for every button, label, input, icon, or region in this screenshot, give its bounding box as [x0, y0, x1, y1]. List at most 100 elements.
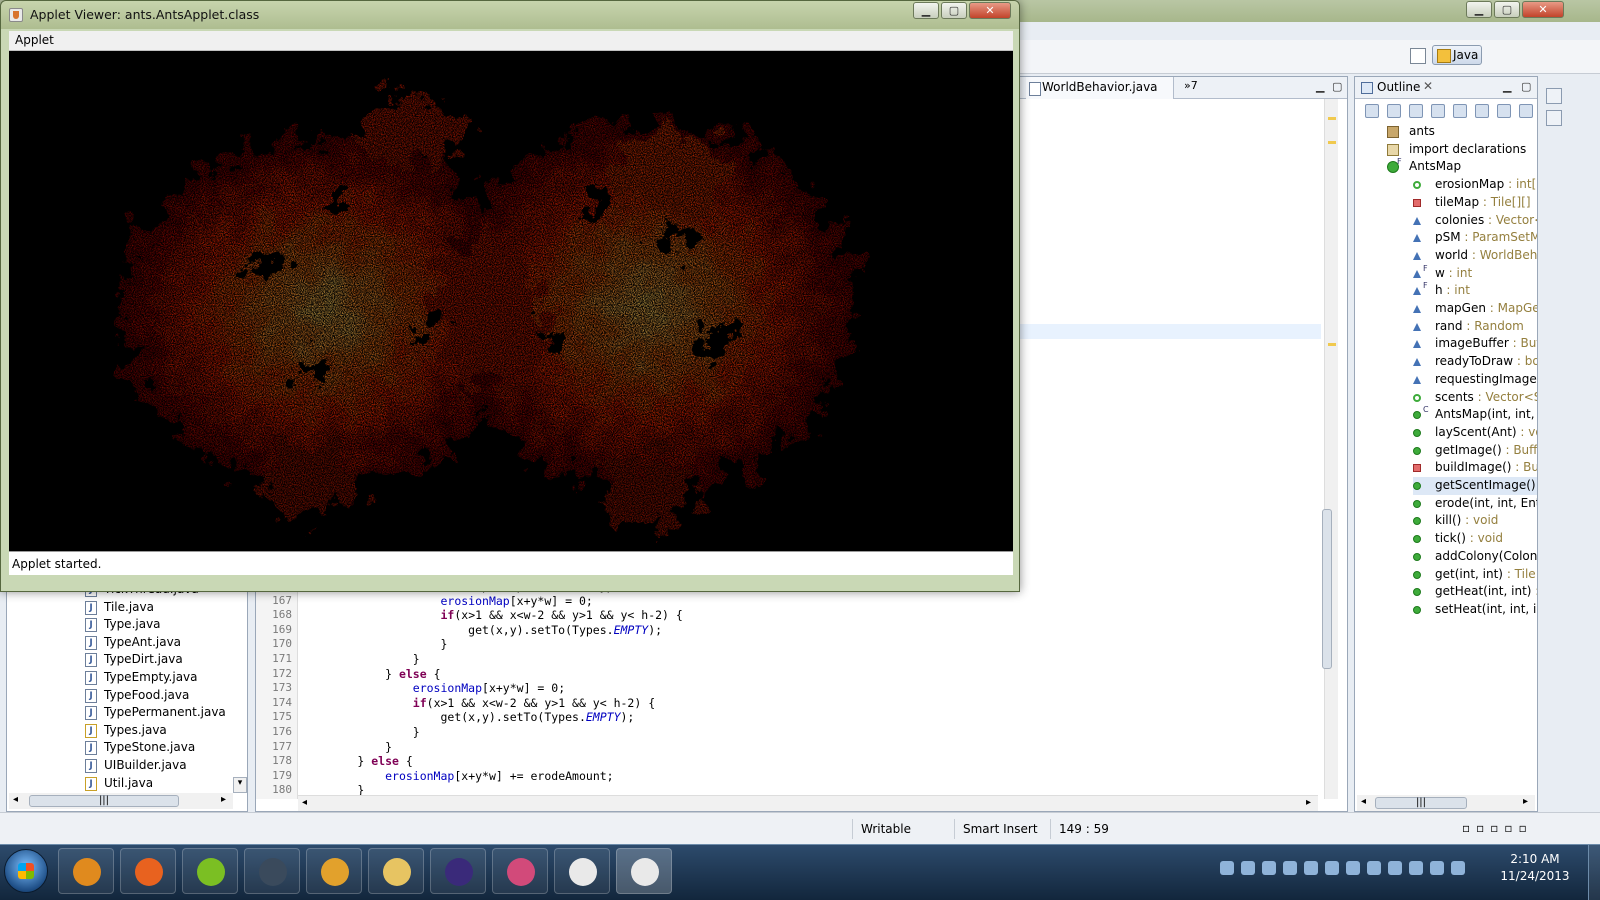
explorer-horizontal-scrollbar[interactable]: ◂ ||| ▸	[9, 793, 233, 809]
bluetooth-icon[interactable]	[1325, 861, 1339, 875]
taskbar-button-eclipse[interactable]	[430, 848, 486, 894]
code-line[interactable]: }	[302, 725, 731, 740]
explorer-file-item[interactable]: J Util.java	[85, 775, 153, 793]
explorer-file-item[interactable]: J TypeDirt.java	[85, 651, 183, 669]
outline-scroll-thumb[interactable]: |||	[1375, 797, 1467, 809]
outline-item[interactable]: import declarations	[1387, 141, 1526, 159]
applet-close-button[interactable]: ✕	[969, 2, 1011, 19]
scroll-left-arrow[interactable]: ◂	[1361, 796, 1366, 807]
ruler-marker[interactable]	[1328, 141, 1336, 144]
scroll-right-arrow[interactable]: ▸	[1306, 797, 1311, 808]
outline-item[interactable]: rand : Random	[1413, 318, 1524, 336]
code-text[interactable]: if(eroder.pickupItem(BlockType.ItemOnBre…	[302, 579, 731, 798]
explorer-file-item[interactable]: J TypeStone.java	[85, 739, 195, 757]
outline-item[interactable]: imageBuffer : Buffe	[1413, 335, 1537, 353]
show-desktop-button[interactable]	[1588, 845, 1600, 900]
explorer-file-item[interactable]: J Type.java	[85, 616, 161, 634]
outline-item[interactable]: C AntsMap(int, int, Pa	[1413, 405, 1537, 424]
code-line[interactable]: erosionMap[x+y*w] += erodeAmount;	[302, 769, 731, 784]
code-line[interactable]: erosionMap[x+y*w] = 0;	[302, 681, 731, 696]
outline-item[interactable]: erosionMap : int[]	[1413, 176, 1537, 194]
explorer-file-item[interactable]: J Tile.java	[85, 599, 154, 617]
applet-titlebar[interactable]: Applet Viewer: ants.AntsApplet.class ▁ ▢…	[1, 1, 1019, 29]
outline-maximize-button[interactable]: ▢	[1521, 80, 1531, 93]
eclipse-maximize-button[interactable]: ▢	[1494, 1, 1520, 18]
status-icon[interactable]: ▫	[1519, 821, 1527, 835]
explorer-scroll-down[interactable]: ▾	[233, 777, 247, 793]
code-line[interactable]: }	[302, 637, 731, 652]
show-hidden-icon[interactable]	[1451, 861, 1465, 875]
explorer-file-item[interactable]: J Types.java	[85, 722, 167, 740]
taskbar-button-fl-studio[interactable]	[306, 848, 362, 894]
sort-icon[interactable]	[1409, 104, 1423, 118]
outline-link-icon[interactable]	[1365, 104, 1379, 118]
taskbar-button-folder[interactable]	[368, 848, 424, 894]
outline-item[interactable]: setHeat(int, int, int)	[1413, 601, 1537, 619]
restore-view-icon[interactable]	[1546, 88, 1562, 104]
outline-item[interactable]: erode(int, int, Entity	[1413, 495, 1537, 513]
code-line[interactable]: } else {	[302, 667, 731, 682]
outline-item[interactable]: Fh : int	[1413, 281, 1470, 300]
code-line[interactable]: }	[302, 652, 731, 667]
explorer-file-item[interactable]: J UIBuilder.java	[85, 757, 187, 775]
spotify-tray-icon[interactable]	[1346, 861, 1360, 875]
status-new-icon[interactable]	[10, 819, 18, 839]
applet-maximize-button[interactable]: ▢	[941, 2, 967, 19]
applet-canvas[interactable]	[9, 51, 1013, 551]
editor-horizontal-scrollbar[interactable]: ◂ ▸	[298, 795, 1318, 811]
outline-item[interactable]: mapGen : MapGene	[1413, 300, 1537, 318]
outline-item[interactable]: getScentImage() : B	[1413, 477, 1537, 495]
eclipse-close-button[interactable]: ✕	[1522, 1, 1564, 18]
power-icon[interactable]	[1430, 861, 1444, 875]
hide-nonpublic-icon[interactable]	[1475, 104, 1489, 118]
scroll-right-arrow[interactable]: ▸	[1523, 796, 1528, 807]
outline-item[interactable]: layScent(Ant) : void	[1413, 424, 1537, 442]
outline-item[interactable]: getImage() : Buffere	[1413, 442, 1537, 460]
flag-icon[interactable]	[1409, 861, 1423, 875]
editor-maximize-button[interactable]: ▢	[1332, 80, 1342, 93]
editor-vertical-scroll-thumb[interactable]	[1322, 509, 1332, 669]
volume-icon[interactable]	[1388, 861, 1402, 875]
code-line[interactable]: get(x,y).setTo(Types.EMPTY);	[302, 623, 731, 638]
task-list-icon[interactable]	[1546, 110, 1562, 126]
eclipse-minimize-button[interactable]: ▁	[1466, 1, 1492, 18]
taskbar-button-java[interactable]	[554, 848, 610, 894]
taskbar-button-firefox[interactable]	[120, 848, 176, 894]
start-button[interactable]	[4, 849, 48, 893]
network-icon[interactable]	[1220, 861, 1234, 875]
explorer-file-item[interactable]: J TypeEmpty.java	[85, 669, 198, 687]
hide-static-icon[interactable]	[1453, 104, 1467, 118]
outline-item[interactable]: readyToDraw : bool	[1413, 353, 1537, 371]
code-line[interactable]: erosionMap[x+y*w] = 0;	[302, 594, 731, 609]
outline-close-icon[interactable]: ✕	[1423, 79, 1433, 93]
system-clock[interactable]: 2:10 AM 11/24/2013	[1500, 851, 1570, 885]
scroll-right-arrow[interactable]: ▸	[221, 794, 226, 805]
view-menu-icon[interactable]	[1519, 104, 1533, 118]
outline-item[interactable]: colonies : Vector<C	[1413, 212, 1537, 230]
scroll-left-arrow[interactable]: ◂	[13, 794, 18, 805]
hide-fields-icon[interactable]	[1431, 104, 1445, 118]
outline-item[interactable]: scents : Vector<Sce	[1413, 389, 1537, 407]
taskbar-button-steam[interactable]	[244, 848, 300, 894]
ruler-marker[interactable]	[1328, 343, 1336, 346]
taskbar-button-paint[interactable]	[492, 848, 548, 894]
code-line[interactable]: if(x>1 && x<w-2 && y>1 && y< h-2) {	[302, 696, 731, 711]
applet-minimize-button[interactable]: ▁	[913, 2, 939, 19]
dropbox-icon[interactable]	[1283, 861, 1297, 875]
display-icon[interactable]	[1367, 861, 1381, 875]
drive-icon[interactable]	[1304, 861, 1318, 875]
code-line[interactable]: if(x>1 && x<w-2 && y>1 && y< h-2) {	[302, 608, 731, 623]
outline-item[interactable]: getHeat(int, int) :	[1413, 583, 1537, 601]
outline-item[interactable]: tick() : void	[1413, 530, 1503, 548]
outline-item[interactable]: Fw : int	[1413, 264, 1472, 283]
signal-icon[interactable]	[1262, 861, 1276, 875]
code-line[interactable]: get(x,y).setTo(Types.EMPTY);	[302, 710, 731, 725]
taskbar-button-windows-explorer[interactable]	[58, 848, 114, 894]
scroll-left-arrow[interactable]: ◂	[302, 797, 307, 808]
collapse-all-icon[interactable]	[1387, 104, 1401, 118]
code-line[interactable]: }	[302, 740, 731, 755]
status-icon[interactable]: ▫	[1476, 821, 1484, 835]
outline-item[interactable]: pSM : ParamSetMa	[1413, 229, 1537, 247]
status-icon[interactable]: ▫	[1504, 821, 1512, 835]
ruler-marker[interactable]	[1328, 117, 1336, 120]
